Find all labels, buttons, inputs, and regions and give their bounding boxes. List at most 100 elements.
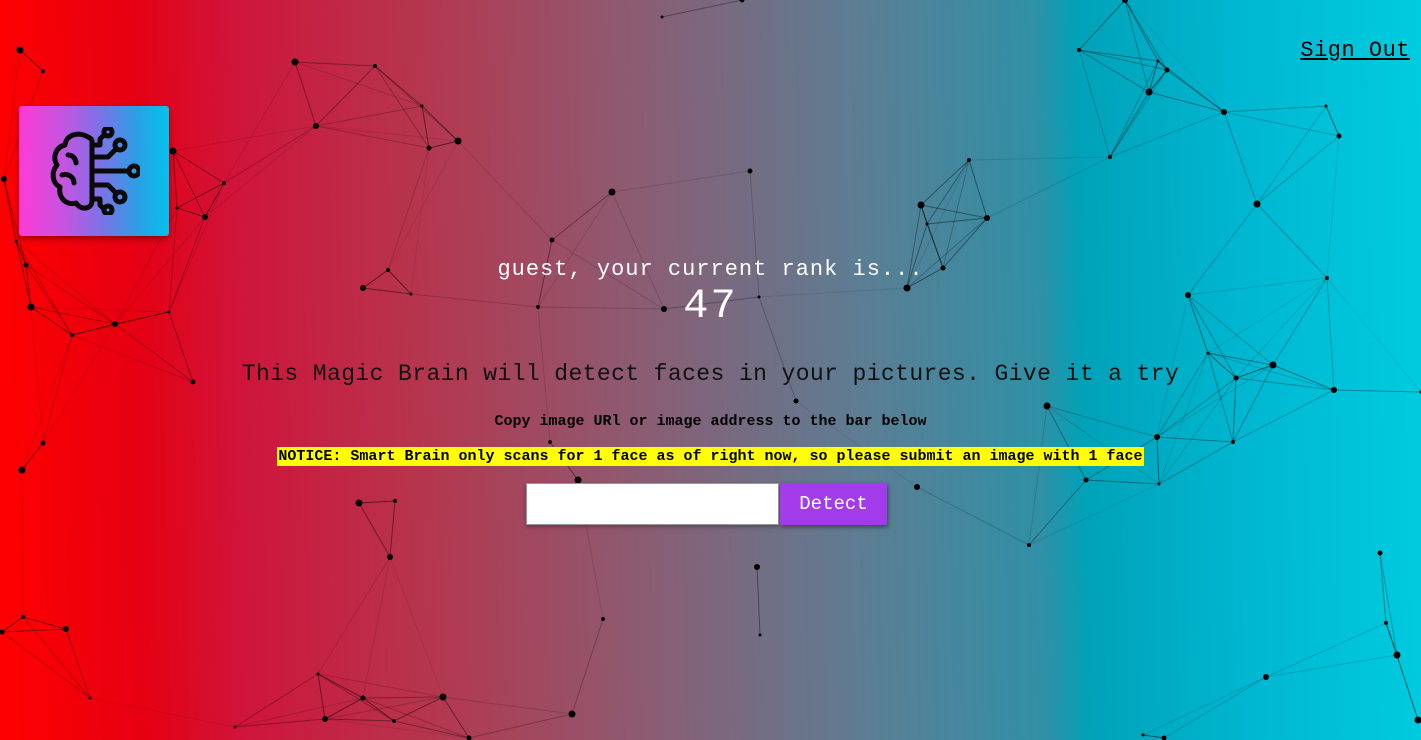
particle-link (1223, 111, 1340, 137)
particle-link (1109, 111, 1225, 158)
particle-dot (175, 206, 179, 210)
particle-dot (21, 615, 25, 619)
detect-button[interactable]: Detect (780, 483, 887, 525)
particle-link (393, 696, 444, 722)
rank-message: guest, your current rank is... (497, 257, 924, 282)
particle-link (21, 469, 24, 618)
particle-link (551, 191, 613, 241)
particle-link (389, 556, 444, 698)
particle-link (294, 61, 423, 107)
particle-link (1028, 479, 1087, 546)
particle-link (89, 697, 236, 728)
particle-link (1028, 483, 1160, 546)
sign-out-link[interactable]: Sign Out (1300, 38, 1410, 63)
particle-link (442, 696, 470, 739)
particle-dot (1157, 482, 1161, 486)
particle-link (1223, 111, 1258, 205)
particle-dot (41, 69, 45, 73)
particle-dot (739, 0, 745, 3)
particle-dot (1, 176, 7, 182)
particle-link (1142, 734, 1165, 739)
particle-link (223, 125, 317, 184)
particle-dot (1164, 67, 1170, 73)
particle-dot (88, 696, 92, 700)
particle-link (1163, 676, 1267, 739)
particle-link (1109, 69, 1168, 158)
particle-dot (1384, 621, 1388, 625)
particle-link (926, 159, 970, 225)
particle-link (1156, 436, 1234, 443)
particle-link (1148, 91, 1225, 113)
particle-dot (1393, 651, 1401, 659)
particle-link (324, 696, 444, 720)
notice-text: NOTICE: Smart Brain only scans for 1 fac… (277, 447, 1144, 466)
particle-link (1109, 91, 1150, 158)
particle-link (1265, 654, 1398, 678)
particle-link (19, 49, 44, 72)
particle-link (1109, 60, 1159, 158)
particle-dot (1206, 351, 1210, 355)
particle-dot (392, 719, 396, 723)
particle-dot (1231, 440, 1235, 444)
instruction-text: Copy image URl or image address to the b… (494, 413, 927, 430)
particle-dot (917, 201, 925, 209)
particle-link (358, 500, 396, 504)
particle-dot (747, 168, 753, 174)
particle-link (387, 140, 459, 271)
particle-dot (14, 239, 18, 243)
particle-dot (439, 693, 447, 701)
particle-link (204, 125, 317, 218)
particle-dot (1108, 155, 1112, 159)
particle-dot (1043, 402, 1051, 410)
particle-dot (601, 617, 605, 621)
particle-link (916, 486, 1030, 546)
particle-dot (360, 695, 366, 701)
particle-link (362, 697, 470, 739)
particle-link (172, 150, 178, 209)
particle-dot (1263, 674, 1269, 680)
particle-dot (1324, 104, 1328, 108)
particle-dot (1336, 133, 1342, 139)
particle-dot (925, 222, 929, 226)
particle-dot (1331, 387, 1337, 393)
particle-link (234, 673, 319, 728)
particle-link (317, 673, 326, 720)
particle-dot (758, 633, 762, 637)
particle-dot (393, 499, 397, 503)
particle-link (1142, 676, 1267, 736)
particle-dot (420, 104, 424, 108)
particle-dot (202, 214, 208, 220)
particle-dot (984, 215, 990, 221)
particle-link (468, 713, 573, 739)
particle-dot (660, 15, 664, 19)
particle-dot (355, 499, 363, 507)
particle-link (661, 0, 743, 18)
particle-link (234, 697, 364, 728)
particle-dot (1145, 88, 1153, 96)
particle-dot (18, 466, 26, 474)
particle-dot (1027, 543, 1031, 547)
particle-link (223, 61, 296, 184)
particle-link (442, 696, 573, 715)
detect-form: Detect (526, 483, 887, 525)
particle-dot (793, 398, 799, 404)
particle-link (362, 696, 444, 699)
notice-container: NOTICE: Smart Brain only scans for 1 fac… (0, 447, 1421, 466)
particle-dot (1161, 735, 1167, 740)
particle-link (1085, 479, 1160, 485)
particle-link (1232, 377, 1237, 443)
particle-dot (608, 188, 616, 196)
particle-link (315, 105, 423, 127)
particle-link (1333, 389, 1421, 393)
particle-link (1158, 377, 1237, 485)
logo (19, 106, 169, 236)
particle-dot (373, 64, 377, 68)
image-url-input[interactable] (526, 483, 779, 525)
particle-link (234, 718, 326, 728)
particle-dot (1253, 200, 1261, 208)
particle-link (920, 204, 988, 219)
particle-link (358, 502, 391, 558)
particle-dot (466, 735, 472, 740)
particle-link (315, 125, 430, 149)
particle-dot (914, 484, 920, 490)
